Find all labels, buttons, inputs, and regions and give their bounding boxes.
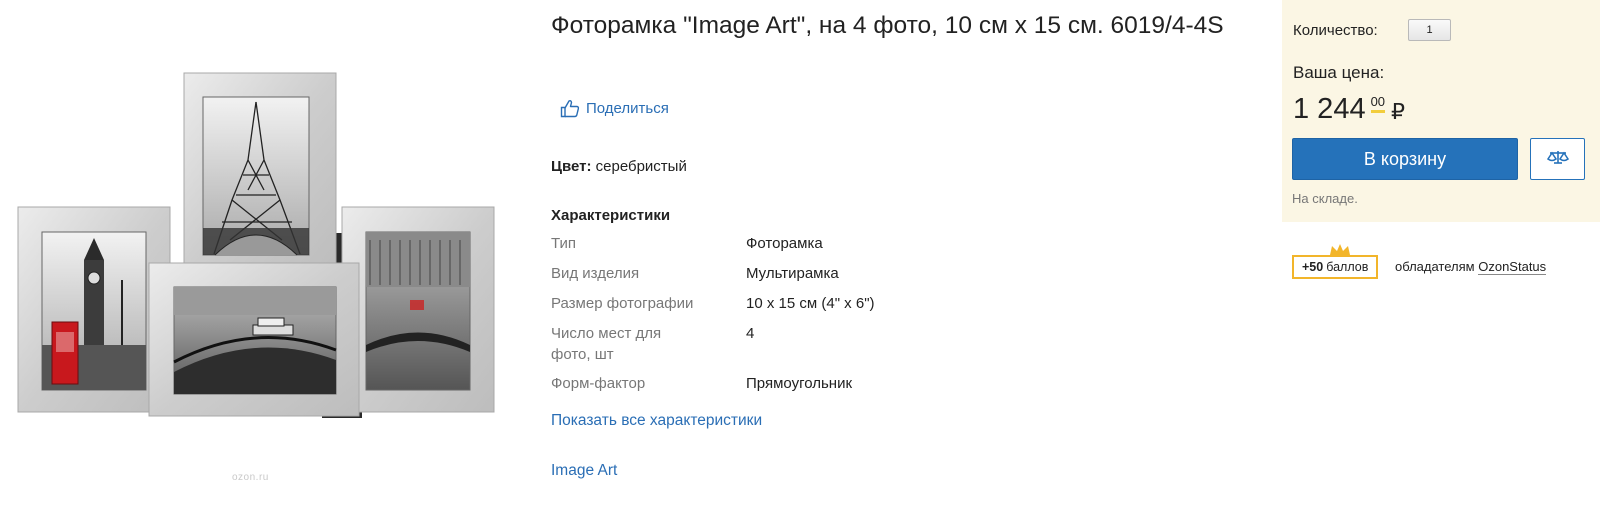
spec-value: 10 х 15 см (4" х 6") xyxy=(746,295,875,312)
stock-status: На складе. xyxy=(1292,191,1358,206)
add-to-cart-button[interactable]: В корзину xyxy=(1292,138,1518,180)
share-label: Поделиться xyxy=(586,100,669,117)
add-to-cart-label: В корзину xyxy=(1363,148,1447,169)
points-amount: +50 xyxy=(1302,260,1324,274)
color-row: Цвет: серебристый xyxy=(551,158,687,175)
spec-value: 4 xyxy=(746,325,755,342)
spec-value: Фоторамка xyxy=(746,235,823,252)
product-image[interactable]: ozon.ru xyxy=(0,0,520,508)
image-watermark: ozon.ru xyxy=(232,472,269,483)
price-kopecks: 00 xyxy=(1370,95,1386,113)
spec-value: Мультирамка xyxy=(746,265,839,282)
share-link[interactable]: Поделиться xyxy=(560,99,669,118)
currency-symbol: ₽ xyxy=(1391,99,1406,124)
brand-link[interactable]: Image Art xyxy=(551,462,617,480)
ozon-status-link[interactable]: OzonStatus xyxy=(1478,259,1547,275)
buy-box: Количество: 1 Ваша цена: 1 244 00 ₽ В ко… xyxy=(1282,0,1600,222)
scales-icon xyxy=(1546,149,1569,170)
thumbs-up-icon xyxy=(560,99,580,118)
show-all-specs-link[interactable]: Показать все характеристики xyxy=(551,412,762,430)
points-badge: +50 баллов xyxy=(1292,255,1379,279)
price-main: 1 244 xyxy=(1293,93,1366,125)
product-title: Фоторамка "Image Art", на 4 фото, 10 см … xyxy=(551,12,1224,39)
photo-frame-illustration xyxy=(17,72,495,418)
points-text: обладателям OzonStatus xyxy=(1395,259,1547,275)
points-text-label: обладателям xyxy=(1395,259,1475,274)
points-unit: баллов xyxy=(1326,260,1369,274)
spec-value: Прямоугольник xyxy=(746,375,853,392)
spec-label: Тип xyxy=(551,235,577,252)
quantity-select[interactable]: 1 xyxy=(1408,19,1451,41)
compare-button[interactable] xyxy=(1530,138,1585,180)
price-label: Ваша цена: xyxy=(1293,63,1385,82)
spec-label: Вид изделия xyxy=(551,265,640,282)
color-value: серебристый xyxy=(595,158,687,175)
spec-label: Размер фотографии xyxy=(551,295,694,312)
color-label: Цвет: xyxy=(551,158,592,175)
spec-label: Форм-фактор xyxy=(551,375,646,392)
quantity-label: Количество: xyxy=(1293,22,1378,39)
price: 1 244 00 ₽ xyxy=(1293,92,1405,126)
specs-heading: Характеристики xyxy=(551,207,671,224)
spec-label: Число мест для фото, шт xyxy=(551,325,662,363)
